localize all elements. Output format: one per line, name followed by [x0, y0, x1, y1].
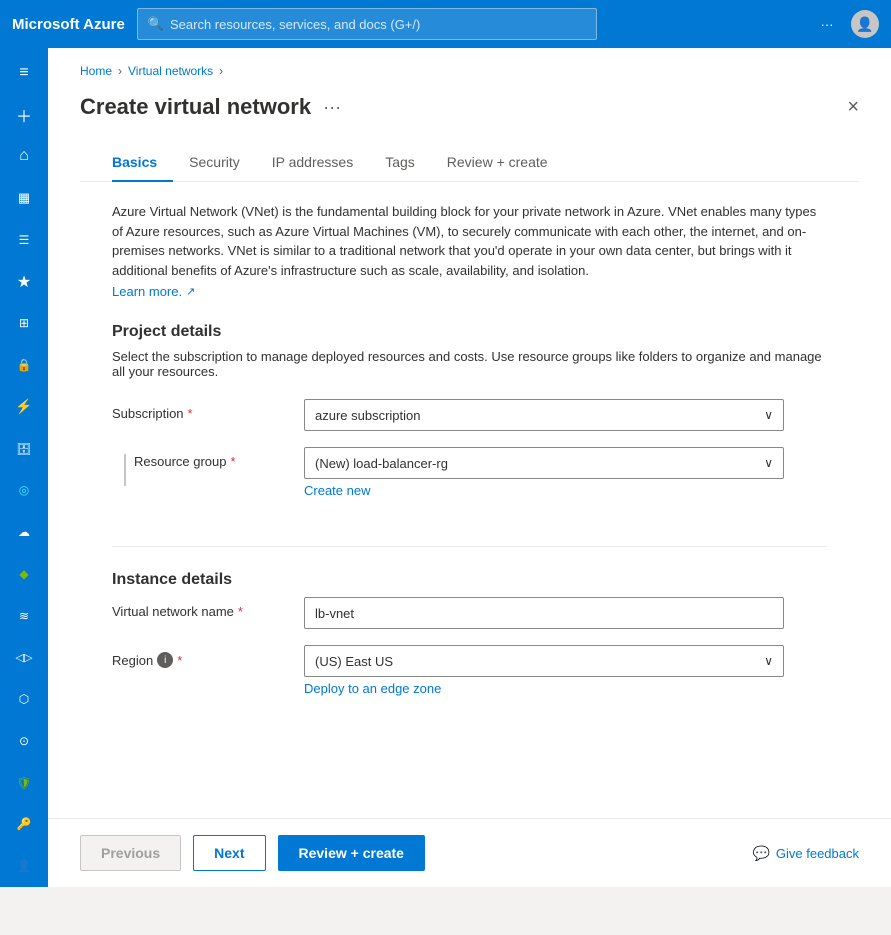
sidebar-item-storage[interactable]: ⬡: [0, 679, 48, 719]
tabs: Basics Security IP addresses Tags Review…: [80, 144, 859, 182]
feedback-icon: 💬: [752, 845, 769, 862]
search-icon: 🔍: [148, 16, 164, 32]
vnet-name-control: [304, 597, 784, 629]
region-row: Region i * (US) East US ∨ Deploy to an e…: [112, 645, 827, 696]
deploy-edge-link[interactable]: Deploy to an edge zone: [304, 681, 441, 696]
resource-group-control: (New) load-balancer-rg ∨ Create new: [304, 447, 784, 498]
vnet-name-label: Virtual network name *: [112, 597, 292, 619]
create-new-link[interactable]: Create new: [304, 483, 370, 498]
sidebar: ≡ ＋ ⌂ ▦ ☰ ★ ⊞ 🔒 ⚡ 🗄 ◎ ☁ ◆ ≋ ◁▷ ⬡ ⊙ 🛡 🔑 👤: [0, 48, 48, 887]
sidebar-item-dashboard[interactable]: ▦: [0, 178, 48, 218]
breadcrumb-sep-1: ›: [118, 64, 122, 78]
project-details-title: Project details: [112, 323, 827, 341]
resource-group-label: Resource group *: [134, 454, 236, 469]
resource-group-chevron-icon: ∨: [764, 456, 773, 470]
instance-details-title: Instance details: [112, 571, 827, 589]
vnet-name-input[interactable]: [304, 597, 784, 629]
region-dropdown[interactable]: (US) East US ∨: [304, 645, 784, 677]
indent-line: [124, 454, 126, 486]
sidebar-item-lists[interactable]: ≋: [0, 596, 48, 636]
sidebar-item-functions[interactable]: ⚡: [0, 387, 48, 427]
sidebar-item-devops[interactable]: ◁▷: [0, 638, 48, 678]
ellipsis-icon[interactable]: ···: [811, 8, 843, 40]
breadcrumb-sep-2: ›: [219, 64, 223, 78]
previous-button[interactable]: Previous: [80, 835, 181, 871]
tab-basics[interactable]: Basics: [112, 144, 173, 182]
sidebar-item-sql[interactable]: 🗄: [0, 429, 48, 469]
instance-details-section: Instance details Virtual network name * …: [80, 571, 859, 736]
region-chevron-icon: ∨: [764, 654, 773, 668]
resource-group-label-area: Resource group *: [112, 447, 292, 486]
page-options-button[interactable]: ···: [323, 97, 341, 118]
sidebar-item-keyvault[interactable]: 🔑: [0, 805, 48, 845]
project-details-section: Project details Select the subscription …: [80, 323, 859, 538]
sidebar-item-all-services[interactable]: ⊞: [0, 304, 48, 344]
tab-security[interactable]: Security: [173, 144, 256, 182]
sidebar-item-favorites[interactable]: ★: [0, 262, 48, 302]
description-text: Azure Virtual Network (VNet) is the fund…: [80, 202, 859, 280]
resource-group-area: Resource group * (New) load-balancer-rg …: [112, 447, 827, 498]
footer: Previous Next Review + create 💬 Give fee…: [48, 818, 891, 887]
sidebar-item-expand[interactable]: ≡: [0, 53, 48, 93]
vnet-name-row: Virtual network name *: [112, 597, 827, 629]
search-input[interactable]: [170, 17, 586, 32]
sidebar-item-create[interactable]: ＋: [0, 95, 48, 135]
subscription-row: Subscription * azure subscription ∨: [112, 399, 827, 431]
sidebar-item-menu[interactable]: ☰: [0, 220, 48, 260]
sidebar-item-network[interactable]: ◎: [0, 471, 48, 511]
breadcrumb-home[interactable]: Home: [80, 64, 112, 78]
subscription-required: *: [188, 406, 193, 421]
content-area: Basics Security IP addresses Tags Review…: [48, 124, 891, 818]
learn-more-link[interactable]: Learn more. ↗: [80, 284, 227, 299]
sidebar-item-clock[interactable]: ⊙: [0, 721, 48, 761]
topbar-icons: ··· 👤: [811, 8, 879, 40]
resource-group-required: *: [231, 454, 236, 469]
brand-label: Microsoft Azure: [12, 16, 125, 33]
subscription-label: Subscription *: [112, 399, 292, 421]
give-feedback-button[interactable]: 💬 Give feedback: [752, 845, 859, 862]
resource-group-dropdown[interactable]: (New) load-balancer-rg ∨: [304, 447, 784, 479]
vnet-name-required: *: [238, 604, 243, 619]
region-info-icon[interactable]: i: [157, 652, 173, 668]
tab-review-create[interactable]: Review + create: [431, 144, 564, 182]
review-create-button[interactable]: Review + create: [278, 835, 425, 871]
tab-tags[interactable]: Tags: [369, 144, 431, 182]
sidebar-item-user[interactable]: 👤: [0, 846, 48, 886]
region-control: (US) East US ∨ Deploy to an edge zone: [304, 645, 784, 696]
sidebar-item-security[interactable]: 🔒: [0, 345, 48, 385]
sidebar-item-policies[interactable]: ◆: [0, 554, 48, 594]
breadcrumb: Home › Virtual networks ›: [48, 48, 891, 78]
avatar[interactable]: 👤: [851, 10, 879, 38]
external-link-icon: ↗: [186, 285, 195, 298]
section-divider: [112, 546, 827, 547]
subscription-dropdown[interactable]: azure subscription ∨: [304, 399, 784, 431]
topbar: Microsoft Azure 🔍 ··· 👤: [0, 0, 891, 48]
region-label: Region i *: [112, 645, 292, 668]
project-details-desc: Select the subscription to manage deploy…: [112, 349, 827, 379]
close-button[interactable]: ×: [847, 96, 859, 119]
subscription-chevron-icon: ∨: [764, 408, 773, 422]
tab-ip-addresses[interactable]: IP addresses: [256, 144, 369, 182]
page-header: Create virtual network ··· ×: [48, 94, 891, 120]
subscription-control: azure subscription ∨: [304, 399, 784, 431]
page-title: Create virtual network: [80, 94, 311, 120]
breadcrumb-virtual-networks[interactable]: Virtual networks: [128, 64, 213, 78]
next-button[interactable]: Next: [193, 835, 265, 871]
region-required: *: [177, 653, 182, 668]
sidebar-item-home[interactable]: ⌂: [0, 137, 48, 177]
main-wrapper: Home › Virtual networks › Create virtual…: [48, 48, 891, 887]
sidebar-item-shield[interactable]: 🛡: [0, 763, 48, 803]
sidebar-item-monitor[interactable]: ☁: [0, 512, 48, 552]
search-box[interactable]: 🔍: [137, 8, 597, 40]
